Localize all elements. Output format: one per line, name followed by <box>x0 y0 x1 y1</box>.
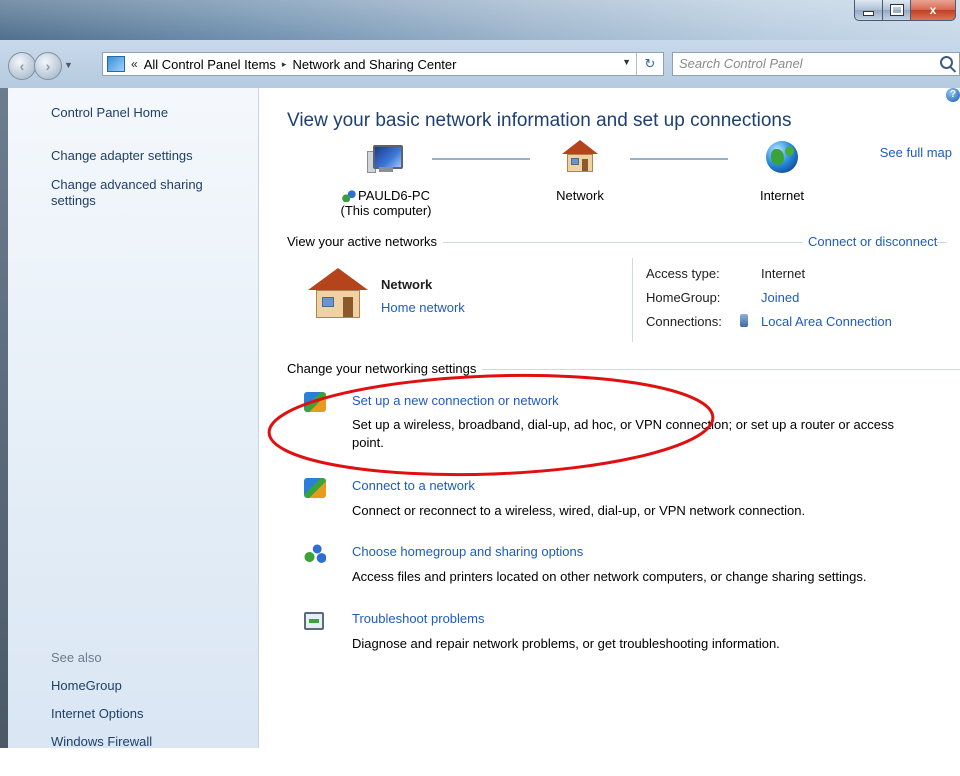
homegroup-sharing-link[interactable]: Choose homegroup and sharing options <box>352 544 583 559</box>
settings-heading: Change your networking settings <box>287 361 483 376</box>
task-description-line: point. <box>352 435 384 450</box>
connect-to-network-link[interactable]: Connect to a network <box>352 478 475 493</box>
window-bottom <box>0 748 960 776</box>
breadcrumb-overflow-icon[interactable]: « <box>131 57 138 71</box>
sidebar-link-label-line1: Change advanced sharing <box>51 177 203 192</box>
map-node-internet[interactable]: Internet <box>744 188 820 203</box>
setup-new-connection-description: Set up a wireless, broadband, dial-up, a… <box>352 416 952 452</box>
active-networks-heading: View your active networks <box>287 234 444 249</box>
active-network-house-icon[interactable] <box>308 268 368 322</box>
computer-screen-shape <box>373 145 403 169</box>
homegroup-sharing-description: Access files and printers located on oth… <box>352 569 867 584</box>
window-frame-left <box>0 88 8 776</box>
homegroup-sharing-icon[interactable] <box>304 543 326 563</box>
computer-base-shape <box>379 167 393 172</box>
troubleshoot-description: Diagnose and repair network problems, or… <box>352 636 780 651</box>
home-network-link[interactable]: Home network <box>381 300 465 315</box>
back-arrow-icon: ‹ <box>19 58 25 74</box>
sidebar-link-control-panel-home[interactable]: Control Panel Home <box>51 105 168 121</box>
breadcrumb-separator-icon[interactable]: ▸ <box>282 59 287 70</box>
connect-network-icon[interactable] <box>304 478 326 498</box>
maximize-button[interactable] <box>883 0 911 21</box>
sidebar-link-label-line2: settings <box>51 193 96 208</box>
connections-label: Connections: <box>646 314 722 329</box>
window-controls: x <box>854 0 956 22</box>
globe-land-shape <box>771 149 784 165</box>
house-window-shape <box>571 158 579 165</box>
title-bar-glow <box>0 0 960 40</box>
homegroup-label: HomeGroup: <box>646 290 721 305</box>
sidebar: Control Panel Home Change adapter settin… <box>8 88 259 749</box>
task-description-line: Set up a wireless, broadband, dial-up, a… <box>352 417 894 432</box>
house-roof-shape <box>562 140 598 154</box>
sidebar-link-change-advanced-sharing-settings[interactable]: Change advanced sharing settings <box>51 177 203 209</box>
access-type-label: Access type: <box>646 266 720 281</box>
see-full-map-link[interactable]: See full map <box>880 145 952 160</box>
homegroup-joined-link[interactable]: Joined <box>761 290 799 305</box>
close-icon: x <box>929 3 937 17</box>
ethernet-connection-icon <box>740 314 748 327</box>
map-connector-line <box>432 158 530 160</box>
forward-arrow-icon: › <box>45 58 51 74</box>
map-node-this-computer[interactable]: PAULD6-PC (This computer) <box>331 188 441 218</box>
globe-land-shape <box>785 146 794 156</box>
access-type-value: Internet <box>761 266 806 281</box>
computer-subtitle: (This computer) <box>340 203 432 218</box>
map-connector-line <box>630 158 728 160</box>
computer-icon[interactable] <box>367 143 403 175</box>
search-input[interactable] <box>673 53 931 73</box>
house-door-shape <box>343 297 353 317</box>
internet-globe-icon[interactable] <box>766 141 798 173</box>
search-box <box>672 52 960 76</box>
troubleshoot-icon[interactable] <box>304 612 324 630</box>
sidebar-link-homegroup[interactable]: HomeGroup <box>51 678 122 694</box>
sidebar-link-internet-options[interactable]: Internet Options <box>51 706 144 722</box>
breadcrumb-all-control-panel-items[interactable]: All Control Panel Items <box>144 57 276 72</box>
house-window-shape <box>322 297 334 307</box>
house-roof-shape <box>308 268 368 290</box>
breadcrumb-network-and-sharing-center[interactable]: Network and Sharing Center <box>292 57 456 72</box>
refresh-button[interactable]: ↻ <box>636 53 663 75</box>
forward-button[interactable]: › <box>34 52 62 80</box>
network-house-icon[interactable] <box>560 140 600 174</box>
connect-or-disconnect-link[interactable]: Connect or disconnect <box>802 234 938 249</box>
local-area-connection-link[interactable]: Local Area Connection <box>761 314 892 329</box>
maximize-icon <box>889 4 904 16</box>
refresh-icon: ↻ <box>644 56 656 71</box>
address-dropdown-icon[interactable]: ▼ <box>622 57 631 67</box>
page-title: View your basic network information and … <box>287 110 792 131</box>
computer-name: PAULD6-PC <box>357 188 430 203</box>
recent-pages-dropdown-icon[interactable]: ▼ <box>64 60 73 70</box>
map-node-network[interactable]: Network <box>544 188 616 203</box>
active-network-separator <box>632 258 633 342</box>
see-also-heading: See also <box>51 650 102 665</box>
house-door-shape <box>582 159 588 171</box>
troubleshoot-problems-link[interactable]: Troubleshoot problems <box>352 611 484 626</box>
navigation-bar: ‹ › ▼ « All Control Panel Items ▸ Networ… <box>0 40 960 88</box>
address-bar[interactable]: « All Control Panel Items ▸ Network and … <box>102 52 664 76</box>
minimize-icon <box>863 10 874 16</box>
control-panel-icon <box>107 56 125 72</box>
setup-new-connection-link[interactable]: Set up a new connection or network <box>352 393 559 408</box>
network-computer-small-icon <box>341 190 356 202</box>
main-content: ? View your basic network information an… <box>259 88 960 748</box>
connect-to-network-description: Connect or reconnect to a wireless, wire… <box>352 503 806 518</box>
sidebar-link-change-adapter-settings[interactable]: Change adapter settings <box>51 148 193 164</box>
minimize-button[interactable] <box>854 0 883 21</box>
help-icon[interactable]: ? <box>946 88 960 102</box>
active-network-name: Network <box>381 277 433 292</box>
new-connection-icon[interactable] <box>304 392 326 412</box>
title-bar[interactable]: x <box>0 0 960 40</box>
back-button[interactable]: ‹ <box>8 52 36 80</box>
close-button[interactable]: x <box>911 0 956 21</box>
search-icon[interactable] <box>940 56 953 69</box>
